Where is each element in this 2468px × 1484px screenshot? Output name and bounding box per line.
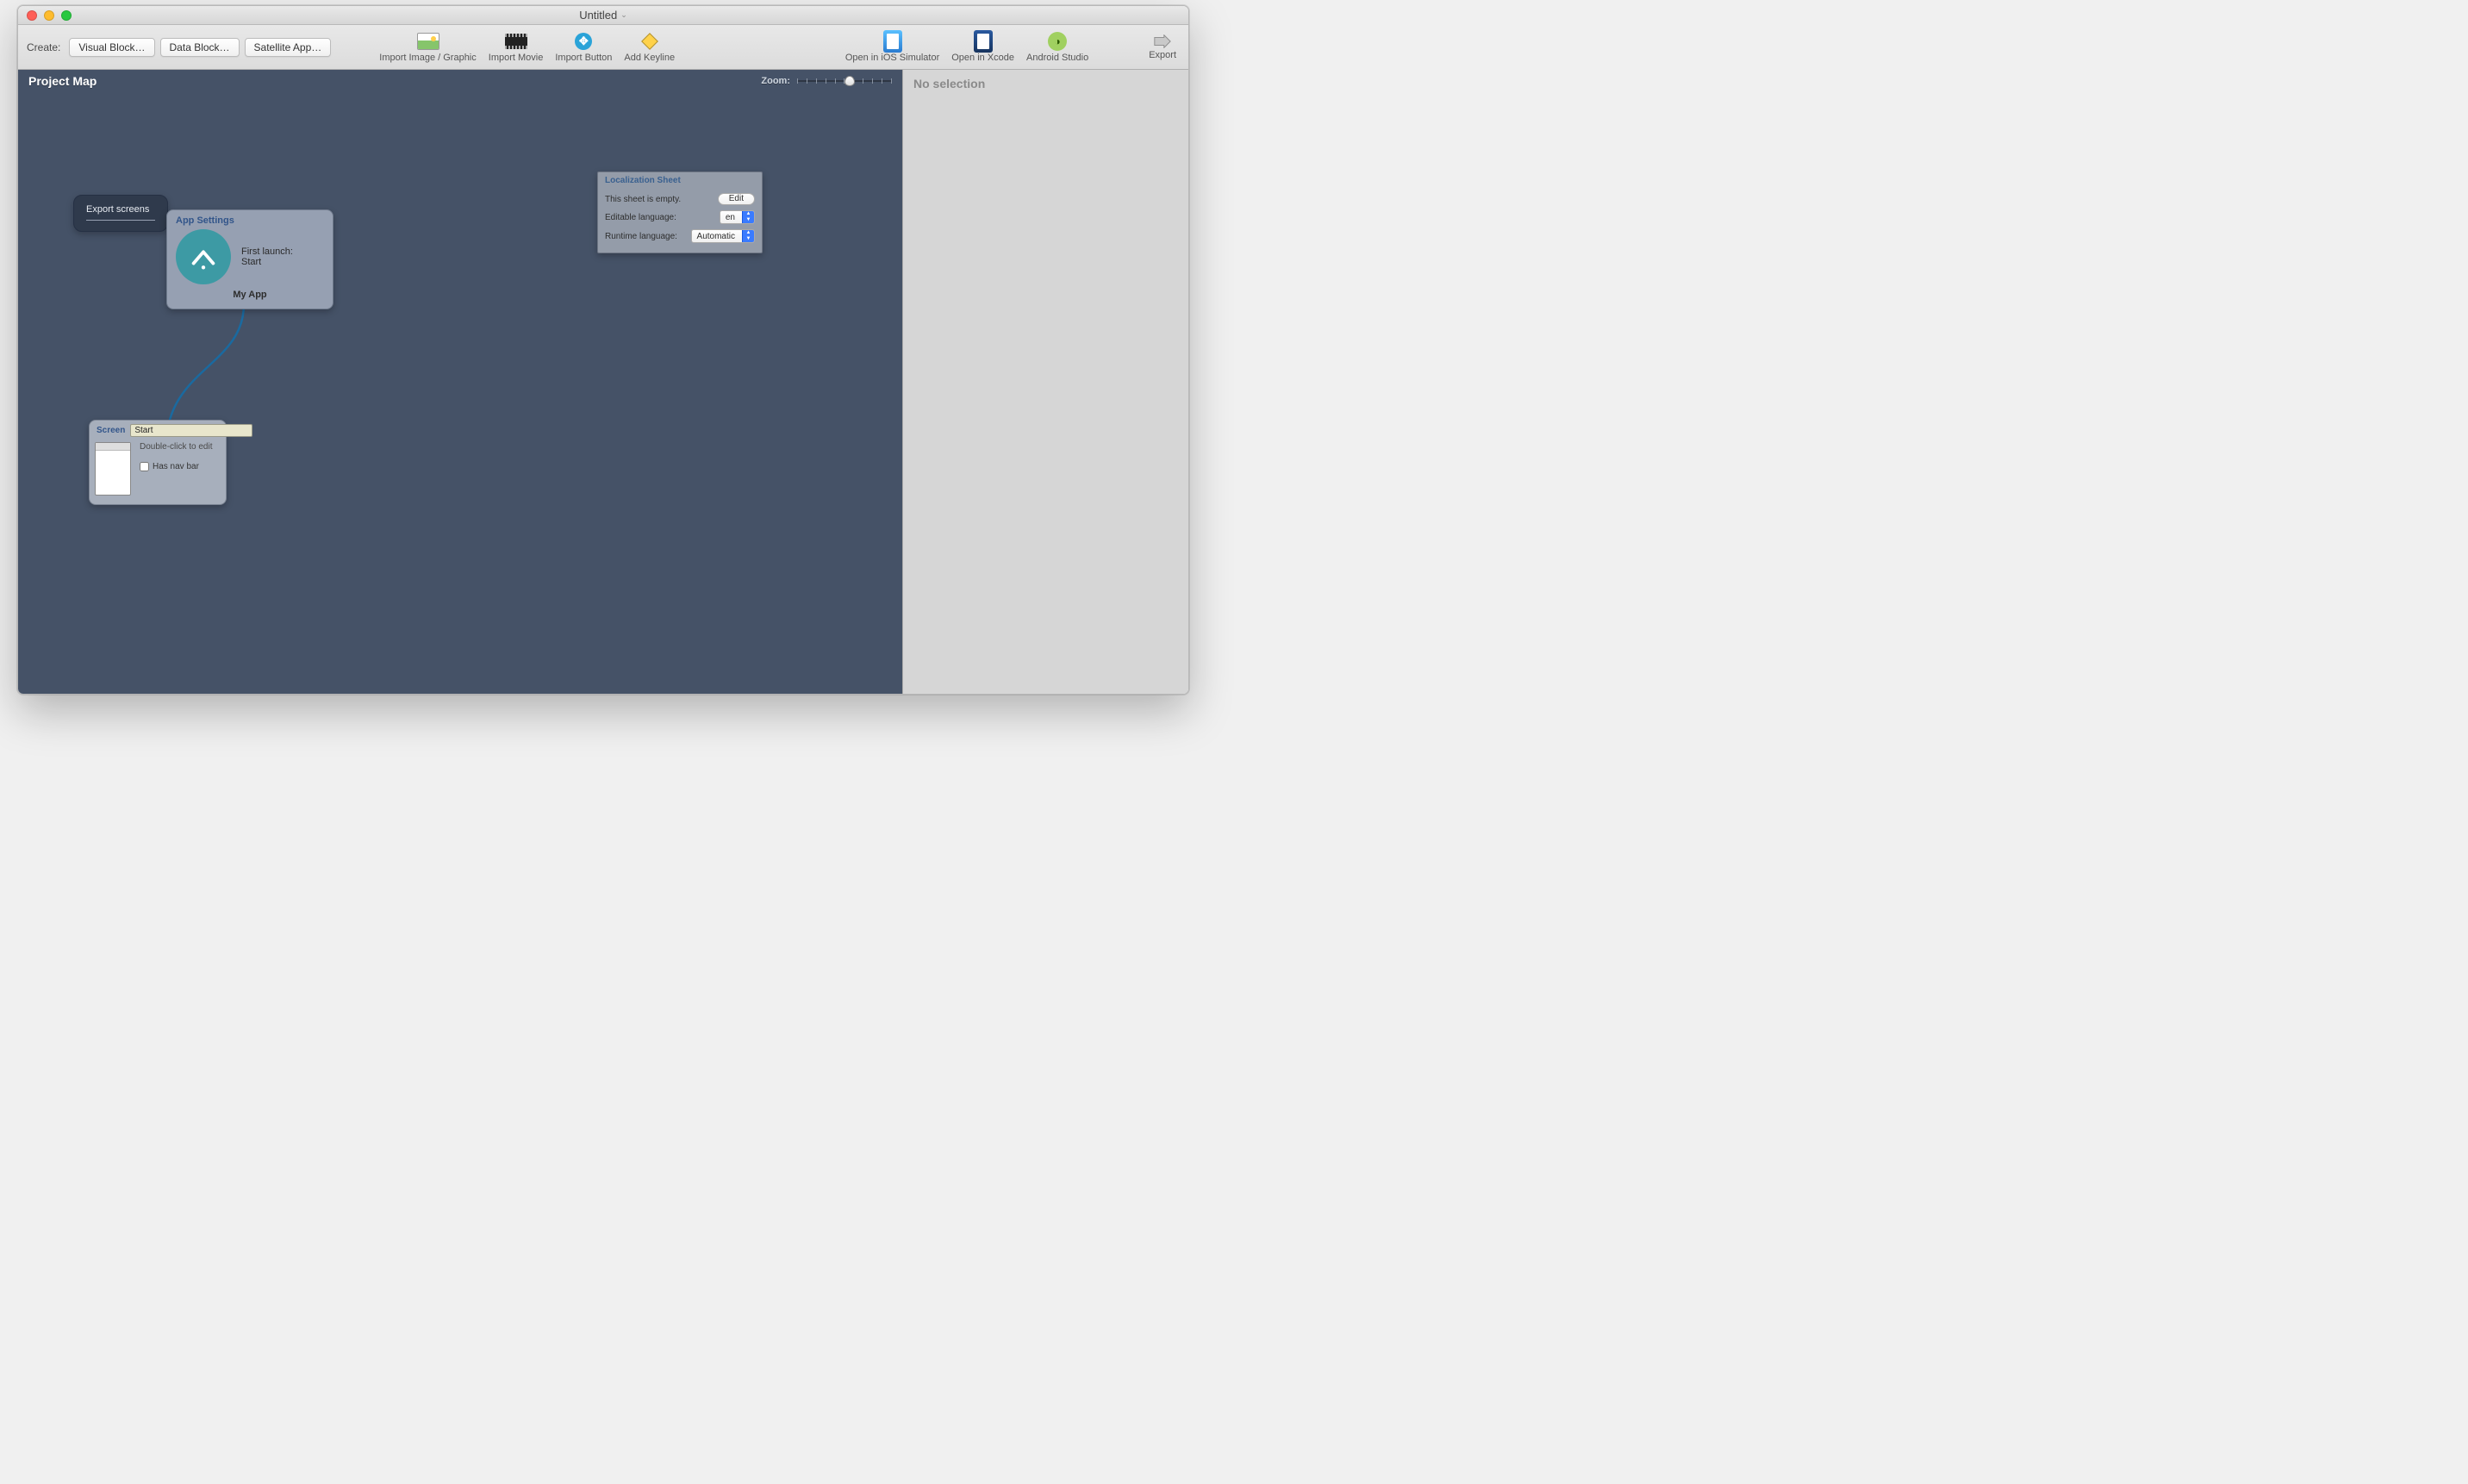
toolbar-add-keyline[interactable]: Add Keyline [620, 32, 678, 63]
window-title-text: Untitled [579, 9, 617, 22]
app-settings-node[interactable]: App Settings First launch: Start My App [166, 209, 333, 309]
screen-node-header: Screen [97, 426, 125, 435]
canvas-area[interactable]: Export screens App Settings First launch… [18, 92, 902, 694]
toolbar-export[interactable]: Export [1145, 34, 1180, 60]
canvas-title: Project Map [28, 74, 97, 88]
window-title[interactable]: Untitled ⌄ [579, 9, 627, 22]
button-icon: ✥ [571, 32, 595, 51]
image-icon [416, 32, 440, 51]
select-stepper-icon: ▲▼ [742, 211, 754, 223]
screen-thumbnail[interactable] [95, 442, 131, 496]
zoom-control: Zoom: [761, 75, 892, 87]
toolbar-import-image[interactable]: Import Image / Graphic [376, 32, 480, 63]
toolbar-open-xcode-label: Open in Xcode [951, 53, 1014, 63]
has-nav-bar-input[interactable] [140, 462, 149, 471]
window-controls [27, 10, 72, 21]
has-nav-bar-label: Has nav bar [153, 462, 199, 471]
screen-node[interactable]: Screen Double-click to edit Has nav bar [89, 420, 227, 505]
app-icon [176, 229, 231, 284]
app-name: My App [167, 290, 333, 300]
editable-language-label: Editable language: [605, 213, 676, 222]
titlebar: Untitled ⌄ [18, 6, 1188, 25]
localization-edit-button[interactable]: Edit [718, 193, 755, 205]
create-label: Create: [27, 41, 60, 53]
ios-simulator-icon [881, 32, 905, 51]
create-satellite-app-button[interactable]: Satellite App… [245, 38, 332, 57]
app-settings-header: App Settings [167, 215, 333, 229]
canvas-header: Project Map Zoom: [18, 70, 902, 92]
toolbar-add-keyline-label: Add Keyline [624, 53, 675, 63]
toolbar-open-xcode[interactable]: Open in Xcode [948, 32, 1018, 63]
select-stepper-icon: ▲▼ [742, 230, 754, 242]
export-icon [1153, 34, 1172, 48]
first-launch-label: First launch: [241, 246, 293, 257]
toolbar-import-movie-label: Import Movie [489, 53, 544, 63]
localization-sheet[interactable]: Localization Sheet This sheet is empty. … [597, 171, 763, 253]
toolbar-import-button-label: Import Button [555, 53, 612, 63]
minimize-icon[interactable] [44, 10, 54, 21]
toolbar-open-ios-label: Open in iOS Simulator [845, 53, 939, 63]
xcode-icon [971, 32, 995, 51]
toolbar-android-studio[interactable]: ◑ Android Studio [1023, 32, 1092, 63]
filmstrip-icon [504, 32, 528, 51]
toolbar-export-label: Export [1149, 50, 1176, 60]
toolbar-android-studio-label: Android Studio [1026, 53, 1088, 63]
toolbar-open-ios[interactable]: Open in iOS Simulator [842, 32, 943, 63]
inspector-panel: No selection [902, 70, 1188, 694]
editable-language-select[interactable]: en ▲▼ [720, 210, 755, 224]
first-launch-value: Start [241, 257, 293, 267]
localization-header: Localization Sheet [605, 176, 755, 190]
editable-language-value: en [720, 213, 742, 222]
connection-lines [18, 92, 902, 694]
toolbar: Create: Visual Block… Data Block… Satell… [18, 25, 1188, 70]
main-split: Project Map Zoom: [18, 70, 1188, 694]
divider [86, 220, 155, 221]
export-screens-title: Export screens [86, 204, 155, 215]
zoom-thumb[interactable] [844, 76, 855, 86]
localization-empty-text: This sheet is empty. [605, 195, 681, 204]
create-visual-block-button[interactable]: Visual Block… [69, 38, 154, 57]
toolbar-import-button[interactable]: ✥ Import Button [552, 32, 615, 63]
has-nav-bar-checkbox[interactable]: Has nav bar [140, 462, 212, 471]
toolbar-import-movie[interactable]: Import Movie [485, 32, 547, 63]
create-data-block-button[interactable]: Data Block… [160, 38, 240, 57]
close-icon[interactable] [27, 10, 37, 21]
zoom-icon[interactable] [61, 10, 72, 21]
app-window: Untitled ⌄ Create: Visual Block… Data Bl… [17, 5, 1189, 695]
export-screens-node[interactable]: Export screens [73, 195, 168, 232]
screen-name-input[interactable] [130, 424, 252, 437]
runtime-language-select[interactable]: Automatic ▲▼ [691, 229, 755, 243]
android-icon: ◑ [1045, 32, 1069, 51]
project-map-canvas[interactable]: Project Map Zoom: [18, 70, 902, 694]
keyline-icon [638, 32, 662, 51]
screen-edit-hint: Double-click to edit [140, 442, 212, 452]
toolbar-import-image-label: Import Image / Graphic [379, 53, 477, 63]
zoom-label: Zoom: [761, 76, 790, 86]
runtime-language-value: Automatic [692, 232, 742, 241]
runtime-language-label: Runtime language: [605, 232, 677, 241]
zoom-slider[interactable] [797, 75, 892, 87]
chevron-down-icon: ⌄ [620, 10, 627, 20]
inspector-header: No selection [903, 70, 1188, 97]
